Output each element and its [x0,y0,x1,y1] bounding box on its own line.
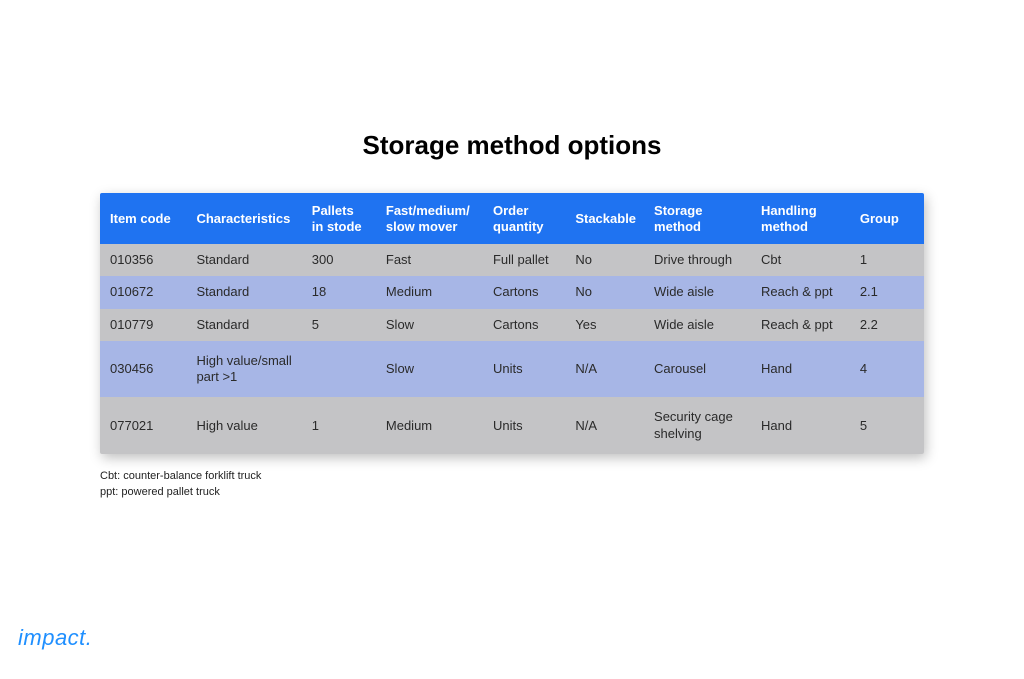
cell-characteristics: Standard [186,244,301,276]
cell-stackable: N/A [565,397,644,454]
cell-characteristics: Standard [186,309,301,341]
col-storage-method: Storage method [644,193,751,244]
cell-item-code: 077021 [100,397,186,454]
cell-item-code: 010779 [100,309,186,341]
cell-stackable: No [565,276,644,308]
footnote-line: Cbt: counter-balance forklift truck [100,468,924,485]
cell-pallets: 1 [302,397,376,454]
cell-group: 2.1 [850,276,924,308]
cell-handling: Cbt [751,244,850,276]
cell-pallets: 5 [302,309,376,341]
cell-group: 1 [850,244,924,276]
cell-item-code: 010672 [100,276,186,308]
cell-storage: Wide aisle [644,276,751,308]
cell-handling: Hand [751,397,850,454]
col-characteristics: Characteristics [186,193,301,244]
cell-stackable: N/A [565,341,644,398]
cell-mover: Medium [376,276,483,308]
cell-order-qty: Full pallet [483,244,565,276]
cell-group: 2.2 [850,309,924,341]
page-title: Storage method options [100,130,924,161]
cell-group: 5 [850,397,924,454]
col-pallets: Pallets in stode [302,193,376,244]
cell-order-qty: Units [483,341,565,398]
col-order-quantity: Order quantity [483,193,565,244]
footnote-line: ppt: powered pallet truck [100,484,924,501]
col-group: Group [850,193,924,244]
table-row: 010779 Standard 5 Slow Cartons Yes Wide … [100,309,924,341]
cell-order-qty: Cartons [483,276,565,308]
cell-stackable: No [565,244,644,276]
cell-mover: Slow [376,309,483,341]
cell-characteristics: High value [186,397,301,454]
footnotes: Cbt: counter-balance forklift truck ppt:… [100,468,924,501]
table-row: 077021 High value 1 Medium Units N/A Sec… [100,397,924,454]
cell-group: 4 [850,341,924,398]
col-mover: Fast/medium/ slow mover [376,193,483,244]
table-header-row: Item code Characteristics Pallets in sto… [100,193,924,244]
cell-characteristics: Standard [186,276,301,308]
cell-stackable: Yes [565,309,644,341]
cell-order-qty: Units [483,397,565,454]
cell-handling: Reach & ppt [751,309,850,341]
cell-mover: Medium [376,397,483,454]
storage-table-container: Item code Characteristics Pallets in sto… [100,193,924,454]
table-row: 030456 High value/small part >1 Slow Uni… [100,341,924,398]
cell-handling: Hand [751,341,850,398]
cell-handling: Reach & ppt [751,276,850,308]
cell-pallets: 300 [302,244,376,276]
cell-mover: Fast [376,244,483,276]
cell-storage: Drive through [644,244,751,276]
col-item-code: Item code [100,193,186,244]
col-stackable: Stackable [565,193,644,244]
cell-storage: Security cage shelving [644,397,751,454]
cell-order-qty: Cartons [483,309,565,341]
cell-storage: Wide aisle [644,309,751,341]
cell-pallets: 18 [302,276,376,308]
cell-storage: Carousel [644,341,751,398]
brand-logo: impact. [18,625,92,651]
cell-mover: Slow [376,341,483,398]
cell-characteristics: High value/small part >1 [186,341,301,398]
cell-item-code: 030456 [100,341,186,398]
cell-item-code: 010356 [100,244,186,276]
table-row: 010672 Standard 18 Medium Cartons No Wid… [100,276,924,308]
table-row: 010356 Standard 300 Fast Full pallet No … [100,244,924,276]
storage-table: Item code Characteristics Pallets in sto… [100,193,924,454]
cell-pallets [302,341,376,398]
col-handling-method: Handling method [751,193,850,244]
